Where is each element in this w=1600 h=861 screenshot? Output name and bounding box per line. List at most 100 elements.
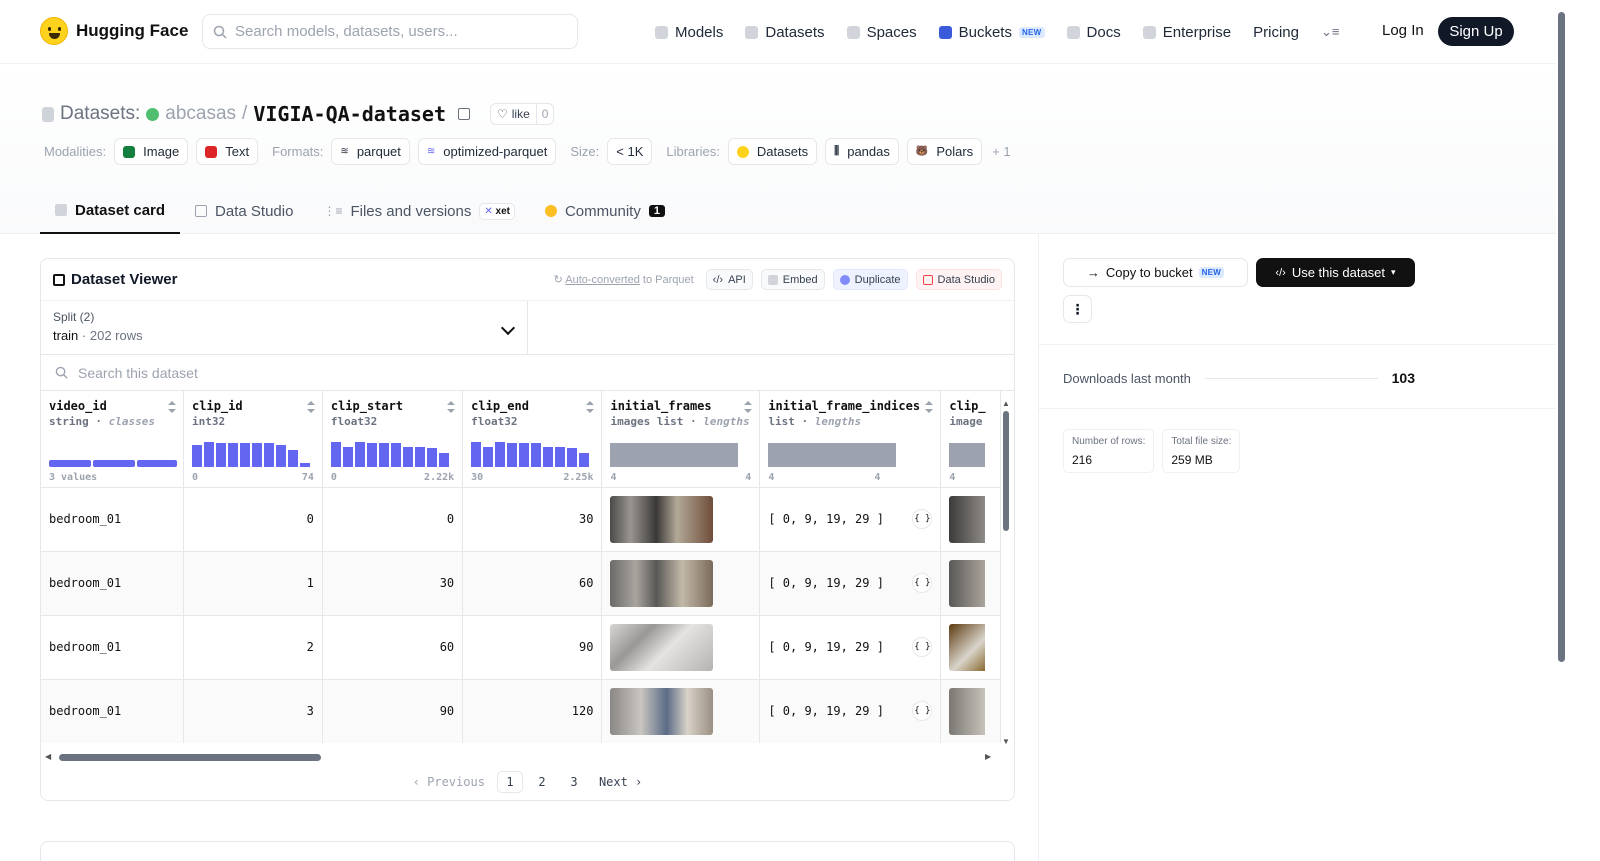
- nav-spaces[interactable]: Spaces: [846, 23, 917, 41]
- sort-icon[interactable]: [586, 401, 595, 413]
- like-count: 0: [535, 104, 554, 124]
- page-2[interactable]: 2: [529, 771, 555, 793]
- copy-icon[interactable]: [457, 108, 470, 120]
- nav-enterprise[interactable]: Enterprise: [1142, 24, 1231, 41]
- col-clip-start[interactable]: clip_start float32 0 2.22k: [322, 391, 464, 488]
- clip-thumbnail[interactable]: [949, 495, 986, 543]
- repo-name[interactable]: VIGIA-QA-dataset: [253, 102, 446, 126]
- clip-thumbnail[interactable]: [949, 623, 986, 671]
- tag-image[interactable]: Image: [114, 138, 189, 165]
- tag-parquet[interactable]: ≋ parquet: [331, 138, 410, 165]
- site-search-input[interactable]: [235, 23, 555, 40]
- col-clip-end[interactable]: clip_end float32 30 2.25k: [462, 391, 603, 488]
- scroll-thumb[interactable]: [1003, 411, 1009, 531]
- tab-data-studio[interactable]: Data Studio: [180, 188, 308, 234]
- tag-optimized-parquet[interactable]: ≋ optimized-parquet: [417, 138, 557, 165]
- clip-thumbnail[interactable]: [949, 687, 986, 735]
- copy-to-bucket-button[interactable]: → Copy to bucket NEW: [1063, 258, 1248, 287]
- histogram: [471, 441, 590, 467]
- col-video-id[interactable]: video_id string · classes 3 values: [41, 391, 185, 488]
- col-clip-image[interactable]: clip_ image 4: [940, 391, 1001, 488]
- more-menu-icon[interactable]: ⌄≡: [1321, 24, 1339, 40]
- json-view-icon[interactable]: { }: [912, 509, 933, 529]
- table-row[interactable]: bedroom_01 1 30 60 [ 0, 9, 19, 29 ] { }: [41, 551, 1001, 616]
- json-view-icon[interactable]: { }: [912, 701, 933, 721]
- nav-buckets[interactable]: Buckets NEW: [938, 24, 1045, 41]
- nav-spaces-label: Spaces: [866, 23, 917, 41]
- embed-button[interactable]: Embed: [760, 269, 825, 290]
- more-options-button[interactable]: ⋮: [1063, 295, 1092, 323]
- table-vertical-scrollbar[interactable]: ▲ ▼: [1002, 399, 1010, 746]
- frame-thumbnail[interactable]: [610, 623, 714, 671]
- col-initial-frame-indices[interactable]: initial_frame_indices list · lengths 44: [759, 391, 942, 488]
- page-scrollbar[interactable]: [1556, 0, 1568, 861]
- frame-thumbnail[interactable]: [610, 559, 714, 607]
- tag-size[interactable]: < 1K: [607, 138, 653, 165]
- split-select[interactable]: Split (2) train · 202 rows: [41, 301, 528, 355]
- json-view-icon[interactable]: { }: [912, 637, 933, 657]
- page-scroll-thumb[interactable]: [1558, 12, 1565, 662]
- tag-polars[interactable]: 🐻 Polars: [906, 138, 983, 165]
- nav-datasets[interactable]: Datasets: [745, 24, 825, 41]
- frame-thumbnail[interactable]: [610, 687, 714, 735]
- code-icon: ‹/›: [1275, 266, 1286, 279]
- sort-icon[interactable]: [447, 401, 456, 413]
- nav-models[interactable]: Models: [655, 24, 723, 41]
- scroll-thumb[interactable]: [59, 754, 321, 761]
- frame-thumbnail[interactable]: [610, 495, 714, 543]
- breadcrumb-owner[interactable]: abcasas: [165, 103, 236, 125]
- range-min: 4: [768, 471, 775, 483]
- data-studio-button[interactable]: Data Studio: [915, 269, 1002, 290]
- tag-datasets-lib[interactable]: Datasets: [727, 138, 818, 165]
- tag-pandas[interactable]: ⫼ pandas: [825, 138, 899, 165]
- sort-icon[interactable]: [744, 401, 753, 413]
- tab-dataset-card[interactable]: Dataset card: [40, 188, 181, 234]
- enterprise-icon: [1142, 25, 1156, 39]
- api-button[interactable]: ‹/› API: [705, 269, 753, 290]
- previous-page[interactable]: ‹ Previous: [407, 771, 491, 793]
- nav-models-label: Models: [675, 23, 724, 41]
- nav-docs[interactable]: Docs: [1066, 24, 1121, 41]
- signup-button[interactable]: Sign Up: [1438, 17, 1514, 46]
- col-initial-frames[interactable]: initial_frames images list · lengths 44: [601, 391, 761, 488]
- tag-text[interactable]: Text: [196, 138, 259, 165]
- nav-pricing[interactable]: Pricing: [1253, 24, 1299, 41]
- libraries-more[interactable]: + 1: [992, 144, 1010, 159]
- page-3[interactable]: 3: [561, 771, 587, 793]
- site-search[interactable]: [202, 14, 578, 49]
- sort-icon[interactable]: [925, 401, 934, 413]
- scroll-down-icon[interactable]: ▼: [1002, 737, 1010, 746]
- tab-files-versions[interactable]: ⋮≡ Files and versions ✕ xet: [308, 188, 530, 234]
- sort-icon[interactable]: [168, 401, 177, 413]
- table-row[interactable]: bedroom_01 0 0 30 [ 0, 9, 19, 29 ] { }: [41, 487, 1001, 552]
- scroll-left-icon[interactable]: ◀: [45, 752, 51, 761]
- table-row[interactable]: bedroom_01 3 90 120 [ 0, 9, 19, 29 ] { }: [41, 679, 1001, 743]
- duplicate-button[interactable]: Duplicate: [832, 269, 908, 290]
- breadcrumb-datasets[interactable]: Datasets:: [60, 103, 140, 125]
- like-button[interactable]: ♡ like 0: [489, 103, 555, 125]
- dataset-search[interactable]: [41, 355, 1014, 391]
- scroll-up-icon[interactable]: ▲: [1002, 399, 1010, 408]
- table-horizontal-scrollbar[interactable]: ◀ ▶: [41, 752, 1001, 763]
- json-view-icon[interactable]: { }: [912, 573, 933, 593]
- page-1[interactable]: 1: [496, 771, 523, 793]
- auto-converted-note[interactable]: ↻ Auto-converted to Parquet: [554, 273, 694, 286]
- scroll-right-icon[interactable]: ▶: [985, 752, 991, 761]
- tab-community[interactable]: Community 1: [530, 188, 680, 234]
- downloads-value: 103: [1391, 370, 1415, 386]
- table-row[interactable]: bedroom_01 2 60 90 [ 0, 9, 19, 29 ] { }: [41, 615, 1001, 680]
- downloads-sparkline: [1204, 377, 1378, 379]
- tab-data-studio-label: Data Studio: [215, 202, 294, 220]
- login-link[interactable]: Log In: [1382, 22, 1424, 39]
- clip-thumbnail[interactable]: [949, 559, 986, 607]
- brand-logo[interactable]: Hugging Face: [40, 17, 188, 45]
- col-clip-id[interactable]: clip_id int32 0 74: [183, 391, 323, 488]
- cell-initial-frames: [601, 487, 761, 552]
- dataset-search-input[interactable]: [78, 364, 478, 381]
- use-dataset-button[interactable]: ‹/› Use this dataset ▾: [1256, 258, 1415, 287]
- duplicate-label: Duplicate: [854, 273, 901, 286]
- next-page[interactable]: Next ›: [593, 771, 648, 793]
- sort-icon[interactable]: [306, 401, 315, 413]
- grid-icon: [53, 273, 65, 286]
- auto-converted-link[interactable]: Auto-converted: [565, 274, 640, 286]
